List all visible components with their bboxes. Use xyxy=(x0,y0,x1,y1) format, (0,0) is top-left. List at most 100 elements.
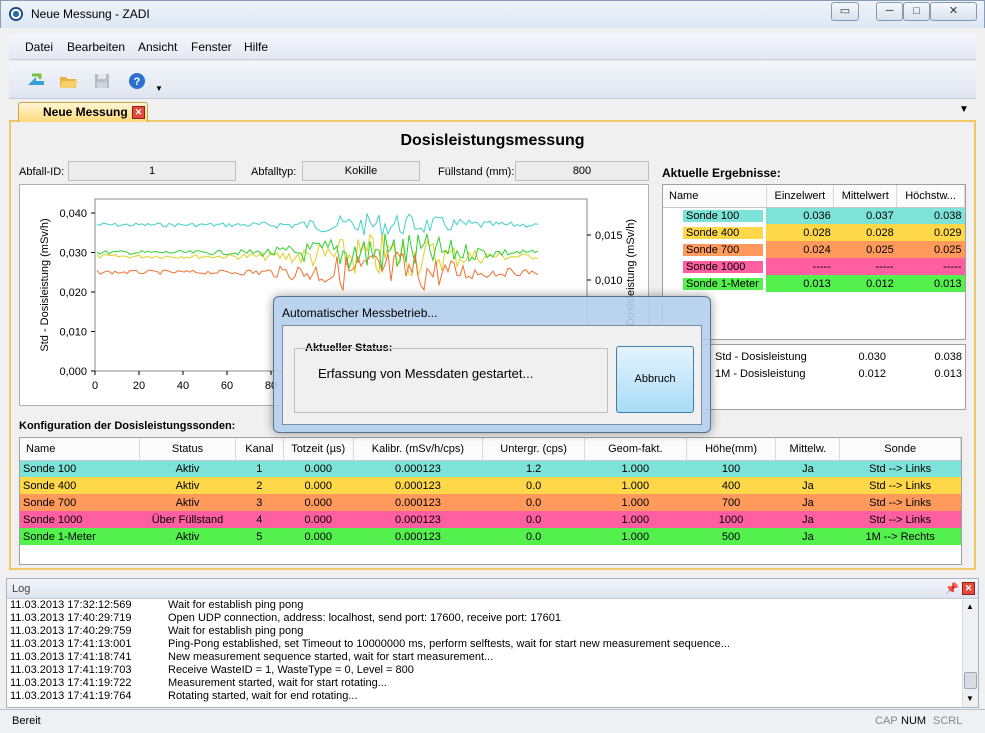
config-row[interactable]: Sonde 400 Aktiv 2 0.000 0.000123 0.0 1.000 400 J… xyxy=(20,477,961,494)
minimize-button[interactable]: ─ xyxy=(876,2,903,21)
config-cell: Std --> Links xyxy=(869,462,932,475)
results-cell-mittel: ----- xyxy=(833,258,897,275)
log-message: Wait for establish ping pong xyxy=(168,599,304,611)
pin-icon[interactable]: 📌 xyxy=(945,582,959,595)
abfalltyp-label: Abfalltyp: xyxy=(251,166,297,178)
config-row[interactable]: Sonde 1-Meter Aktiv 5 0.000 0.000123 0.0 1.000… xyxy=(20,528,961,545)
abbruch-button[interactable]: Abbruch xyxy=(616,346,694,413)
config-cell: 3 xyxy=(256,496,263,509)
log-timestamp: 11.03.2013 17:41:13:001 xyxy=(10,638,132,650)
config-header-4[interactable]: Kalibr. (mSv/h/cps) xyxy=(353,438,484,461)
config-header-2[interactable]: Kanal xyxy=(235,438,284,461)
results-cell-hoechst: 0.029 xyxy=(896,224,965,241)
new-measurement-icon[interactable] xyxy=(26,71,46,91)
config-header-5[interactable]: Untergr. (cps) xyxy=(482,438,585,461)
results-cell-hoechst: 0.025 xyxy=(896,241,965,258)
menu-datei[interactable]: Datei xyxy=(25,40,53,54)
scroll-up-icon[interactable]: ▲ xyxy=(966,602,974,611)
abfall-id-field: 1 xyxy=(68,161,236,181)
config-cell: Ja xyxy=(802,513,814,526)
maximize-button[interactable]: □ xyxy=(903,2,930,21)
log-row[interactable]: 11.03.2013 17:40:29:719 Open UDP connecti… xyxy=(10,612,960,625)
restore-layout-icon[interactable]: ▭ xyxy=(831,2,859,21)
scroll-thumb[interactable] xyxy=(964,672,977,689)
log-row[interactable]: 11.03.2013 17:41:18:741 New measurement s… xyxy=(10,651,960,664)
config-cell: Sonde 400 xyxy=(23,479,77,492)
config-row[interactable]: Sonde 1000 Über Füllstand 4 0.000 0.000123 0.… xyxy=(20,511,961,528)
window-title: Neue Messung - ZADI xyxy=(31,7,150,21)
results-row[interactable]: Sonde 1000 ----- ----- ----- xyxy=(663,258,965,275)
y-axis-label: Std - Dosisleistung (mSv/h) xyxy=(39,218,51,351)
tab-close-icon[interactable]: ✕ xyxy=(132,106,145,119)
config-cell: Sonde 1-Meter xyxy=(23,530,96,543)
log-timestamp: 11.03.2013 17:32:12:569 xyxy=(10,599,132,611)
config-header-1[interactable]: Status xyxy=(139,438,236,461)
toolbar-overflow-icon[interactable]: ▼ xyxy=(155,84,163,93)
y-tick-label: 0,000 xyxy=(59,366,87,378)
y-tick-label: 0,010 xyxy=(59,327,87,339)
log-row[interactable]: 11.03.2013 17:32:12:569 Wait for establis… xyxy=(10,599,960,612)
log-message: Open UDP connection, address: localhost,… xyxy=(168,612,561,624)
log-close-icon[interactable]: ✕ xyxy=(962,582,975,595)
results-row[interactable]: Sonde 100 0.036 0.037 0.038 xyxy=(663,207,965,224)
results-cell-hoechst: ----- xyxy=(896,258,965,275)
summary-hoechst: 0.013 xyxy=(934,367,962,380)
save-icon[interactable] xyxy=(92,71,112,91)
results-row[interactable]: Sonde 400 0.028 0.028 0.029 xyxy=(663,224,965,241)
config-header-3[interactable]: Totzeit (µs) xyxy=(283,438,354,461)
menu-hilfe[interactable]: Hilfe xyxy=(244,40,268,54)
open-folder-icon[interactable] xyxy=(59,71,79,91)
results-header-hoechstwert[interactable]: Höchstw... xyxy=(896,185,965,208)
log-message: Measurement started, wait for start rota… xyxy=(168,677,387,689)
results-name-text: Sonde 1-Meter xyxy=(683,277,763,290)
results-name-text: Sonde 100 xyxy=(683,209,763,222)
config-header-7[interactable]: Höhe(mm) xyxy=(686,438,777,461)
config-row[interactable]: Sonde 100 Aktiv 1 0.000 0.000123 1.2 1.000 100 J… xyxy=(20,460,961,477)
config-cell: Sonde 700 xyxy=(23,496,77,509)
menu-fenster[interactable]: Fenster xyxy=(191,40,232,54)
tab-list-dropdown-icon[interactable]: ▼ xyxy=(959,104,969,115)
log-message: Receive WasteID = 1, WasteType = 0, Leve… xyxy=(168,664,414,676)
tab-label: Neue Messung xyxy=(43,105,128,119)
config-header-0[interactable]: Name xyxy=(20,438,141,461)
config-cell: 0.000123 xyxy=(394,530,441,543)
config-cell: 2 xyxy=(256,479,263,492)
results-row[interactable]: Sonde 700 0.024 0.025 0.025 xyxy=(663,241,965,258)
log-timestamp: 11.03.2013 17:41:19:722 xyxy=(10,677,132,689)
config-header-9[interactable]: Sonde xyxy=(839,438,961,461)
num-indicator: NUM xyxy=(901,715,927,727)
config-row[interactable]: Sonde 700 Aktiv 3 0.000 0.000123 0.0 1.000 700 J… xyxy=(20,494,961,511)
results-row[interactable]: Sonde 1-Meter 0.013 0.012 0.013 xyxy=(663,275,965,292)
tab-neue-messung[interactable]: Neue Messung ✕ xyxy=(18,102,148,122)
results-cell-hoechst: 0.038 xyxy=(896,207,965,224)
config-cell: Über Füllstand xyxy=(151,513,224,526)
log-row[interactable]: 11.03.2013 17:41:13:001 Ping-Pong establi… xyxy=(10,638,960,651)
log-row[interactable]: 11.03.2013 17:41:19:703 Receive WasteID =… xyxy=(10,664,960,677)
config-header-6[interactable]: Geom-fakt. xyxy=(584,438,687,461)
log-row[interactable]: 11.03.2013 17:41:19:722 Measurement start… xyxy=(10,677,960,690)
config-cell: 1 xyxy=(256,462,263,475)
x-tick-label: 20 xyxy=(133,380,145,392)
scroll-down-icon[interactable]: ▼ xyxy=(966,694,974,703)
results-header-einzelwert[interactable]: Einzelwert xyxy=(766,185,835,208)
results-cell-einzel: 0.036 xyxy=(766,207,834,224)
close-button[interactable]: ✕ xyxy=(930,2,977,21)
menu-ansicht[interactable]: Ansicht xyxy=(138,40,177,54)
config-cell: 0.000 xyxy=(304,513,332,526)
results-cell-name: Sonde 700 xyxy=(663,241,766,258)
config-cell: Std --> Links xyxy=(869,479,932,492)
log-row[interactable]: 11.03.2013 17:41:19:764 Rotating started,… xyxy=(10,690,960,703)
results-cell-einzel: 0.013 xyxy=(766,275,834,292)
config-cell: 0.000123 xyxy=(394,513,441,526)
log-row[interactable]: 11.03.2013 17:40:29:759 Wait for establis… xyxy=(10,625,960,638)
help-icon[interactable]: ? xyxy=(127,71,147,91)
menu-bearbeiten[interactable]: Bearbeiten xyxy=(67,40,125,54)
status-message: Erfassung von Messdaten gestartet... xyxy=(318,366,534,381)
results-header-mittelwert[interactable]: Mittelwert xyxy=(833,185,898,208)
config-header-8[interactable]: Mittelw. xyxy=(775,438,841,461)
log-scrollbar[interactable]: ▲ ▼ xyxy=(962,600,978,707)
x-tick-label: 60 xyxy=(221,380,233,392)
results-header-name[interactable]: Name xyxy=(663,185,767,208)
results-cell-name: Sonde 400 xyxy=(663,224,766,241)
results-cell-name: Sonde 1000 xyxy=(663,258,766,275)
